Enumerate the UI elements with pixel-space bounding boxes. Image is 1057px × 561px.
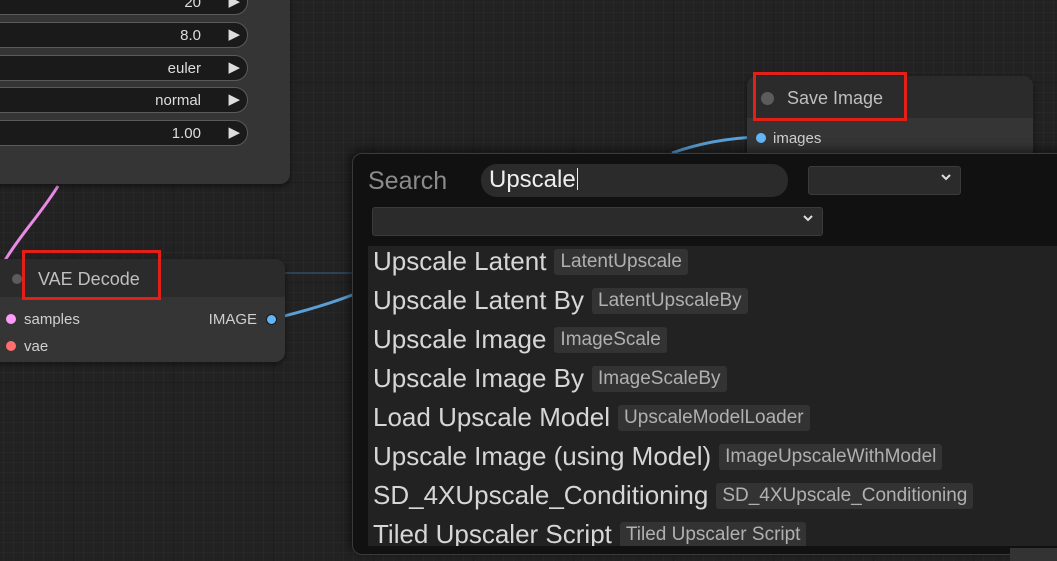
input-label-images: images <box>773 130 822 147</box>
search-label: Search <box>368 167 448 195</box>
result-type-badge: Tiled Upscaler Script <box>619 521 807 546</box>
widget-value: euler <box>167 60 201 77</box>
images-slot-icon[interactable] <box>756 133 766 143</box>
output-type-filter-select[interactable] <box>372 207 823 236</box>
cfg-widget[interactable]: 8.0 ▶ <box>0 22 248 48</box>
search-query: Upscale <box>489 166 576 193</box>
result-type-badge: SD_4XUpscale_Conditioning <box>716 482 974 509</box>
text-caret <box>576 168 578 190</box>
steps-widget[interactable]: 20 ▶ <box>0 0 248 15</box>
play-triangle-icon[interactable]: ▶ <box>228 58 240 76</box>
scheduler-widget[interactable]: normal ▶ <box>0 87 248 113</box>
result-type-badge: ImageScaleBy <box>591 365 727 392</box>
widget-value: 20 <box>184 0 201 11</box>
result-type-badge: UpscaleModelLoader <box>618 404 810 431</box>
result-type-badge: ImageUpscaleWithModel <box>719 443 943 470</box>
list-item[interactable]: Load Upscale Model UpscaleModelLoader <box>373 402 810 440</box>
result-name: Upscale Latent By <box>373 285 585 315</box>
highlight-box <box>753 72 907 121</box>
input-label-vae: vae <box>24 338 49 355</box>
result-name: Upscale Latent <box>373 246 547 276</box>
result-name: Upscale Image (using Model) <box>373 441 712 471</box>
image-link <box>271 290 361 321</box>
canvas-panel-edge <box>1010 548 1057 561</box>
image-link-upper <box>671 135 759 155</box>
play-triangle-icon[interactable]: ▶ <box>228 123 240 141</box>
search-results-list: Upscale Latent LatentUpscale Upscale Late… <box>368 246 1057 546</box>
play-triangle-icon[interactable]: ▶ <box>228 90 240 108</box>
vae-slot-icon[interactable] <box>6 341 16 351</box>
play-triangle-icon[interactable]: ▶ <box>228 25 240 43</box>
list-item[interactable]: Upscale Image By ImageScaleBy <box>373 363 727 401</box>
search-input[interactable]: Upscale <box>481 164 788 197</box>
result-type-badge: LatentUpscaleBy <box>592 287 748 314</box>
node-search-dialog[interactable]: Search Upscale Upscale Latent LatentUpsca… <box>352 153 1057 555</box>
result-type-badge: LatentUpscale <box>554 248 688 275</box>
list-item[interactable]: Upscale Image ImageScale <box>373 324 667 362</box>
sampler-name-widget[interactable]: ne euler ▶ <box>0 55 248 81</box>
input-label-samples: samples <box>24 311 80 328</box>
chevron-down-icon <box>941 174 951 181</box>
samples-slot-icon[interactable] <box>6 314 16 324</box>
play-triangle-icon[interactable]: ▶ <box>228 0 240 10</box>
image-output-slot-icon[interactable] <box>266 314 277 325</box>
denoise-widget[interactable]: 1.00 ▶ <box>0 120 248 146</box>
result-type-badge: ImageScale <box>554 326 667 353</box>
ksampler-node[interactable]: 20 ▶ 8.0 ▶ ne euler ▶ normal ▶ 1.00 ▶ <box>0 0 290 184</box>
widget-value: 1.00 <box>171 125 201 142</box>
chevron-down-icon <box>803 215 813 222</box>
list-item[interactable]: SD_4XUpscale_Conditioning SD_4XUpscale_Co… <box>373 480 974 518</box>
list-item[interactable]: Upscale Latent By LatentUpscaleBy <box>373 285 748 323</box>
result-name: Tiled Upscaler Script <box>373 519 612 546</box>
widget-value: 8.0 <box>180 27 201 44</box>
collapse-dot-icon[interactable] <box>12 274 22 284</box>
highlight-box <box>22 250 161 300</box>
input-type-filter-select[interactable] <box>808 166 961 195</box>
list-item[interactable]: Tiled Upscaler Script Tiled Upscaler Scri… <box>373 519 807 546</box>
list-item[interactable]: Upscale Latent LatentUpscale <box>373 246 688 284</box>
result-name: Upscale Image By <box>373 363 584 393</box>
result-name: SD_4XUpscale_Conditioning <box>373 480 709 510</box>
result-name: Upscale Image <box>373 324 547 354</box>
widget-value: normal <box>155 92 201 109</box>
list-item[interactable]: Upscale Image (using Model) ImageUpscaleW… <box>373 441 943 479</box>
result-name: Load Upscale Model <box>373 402 611 432</box>
output-label-image: IMAGE <box>208 311 257 328</box>
